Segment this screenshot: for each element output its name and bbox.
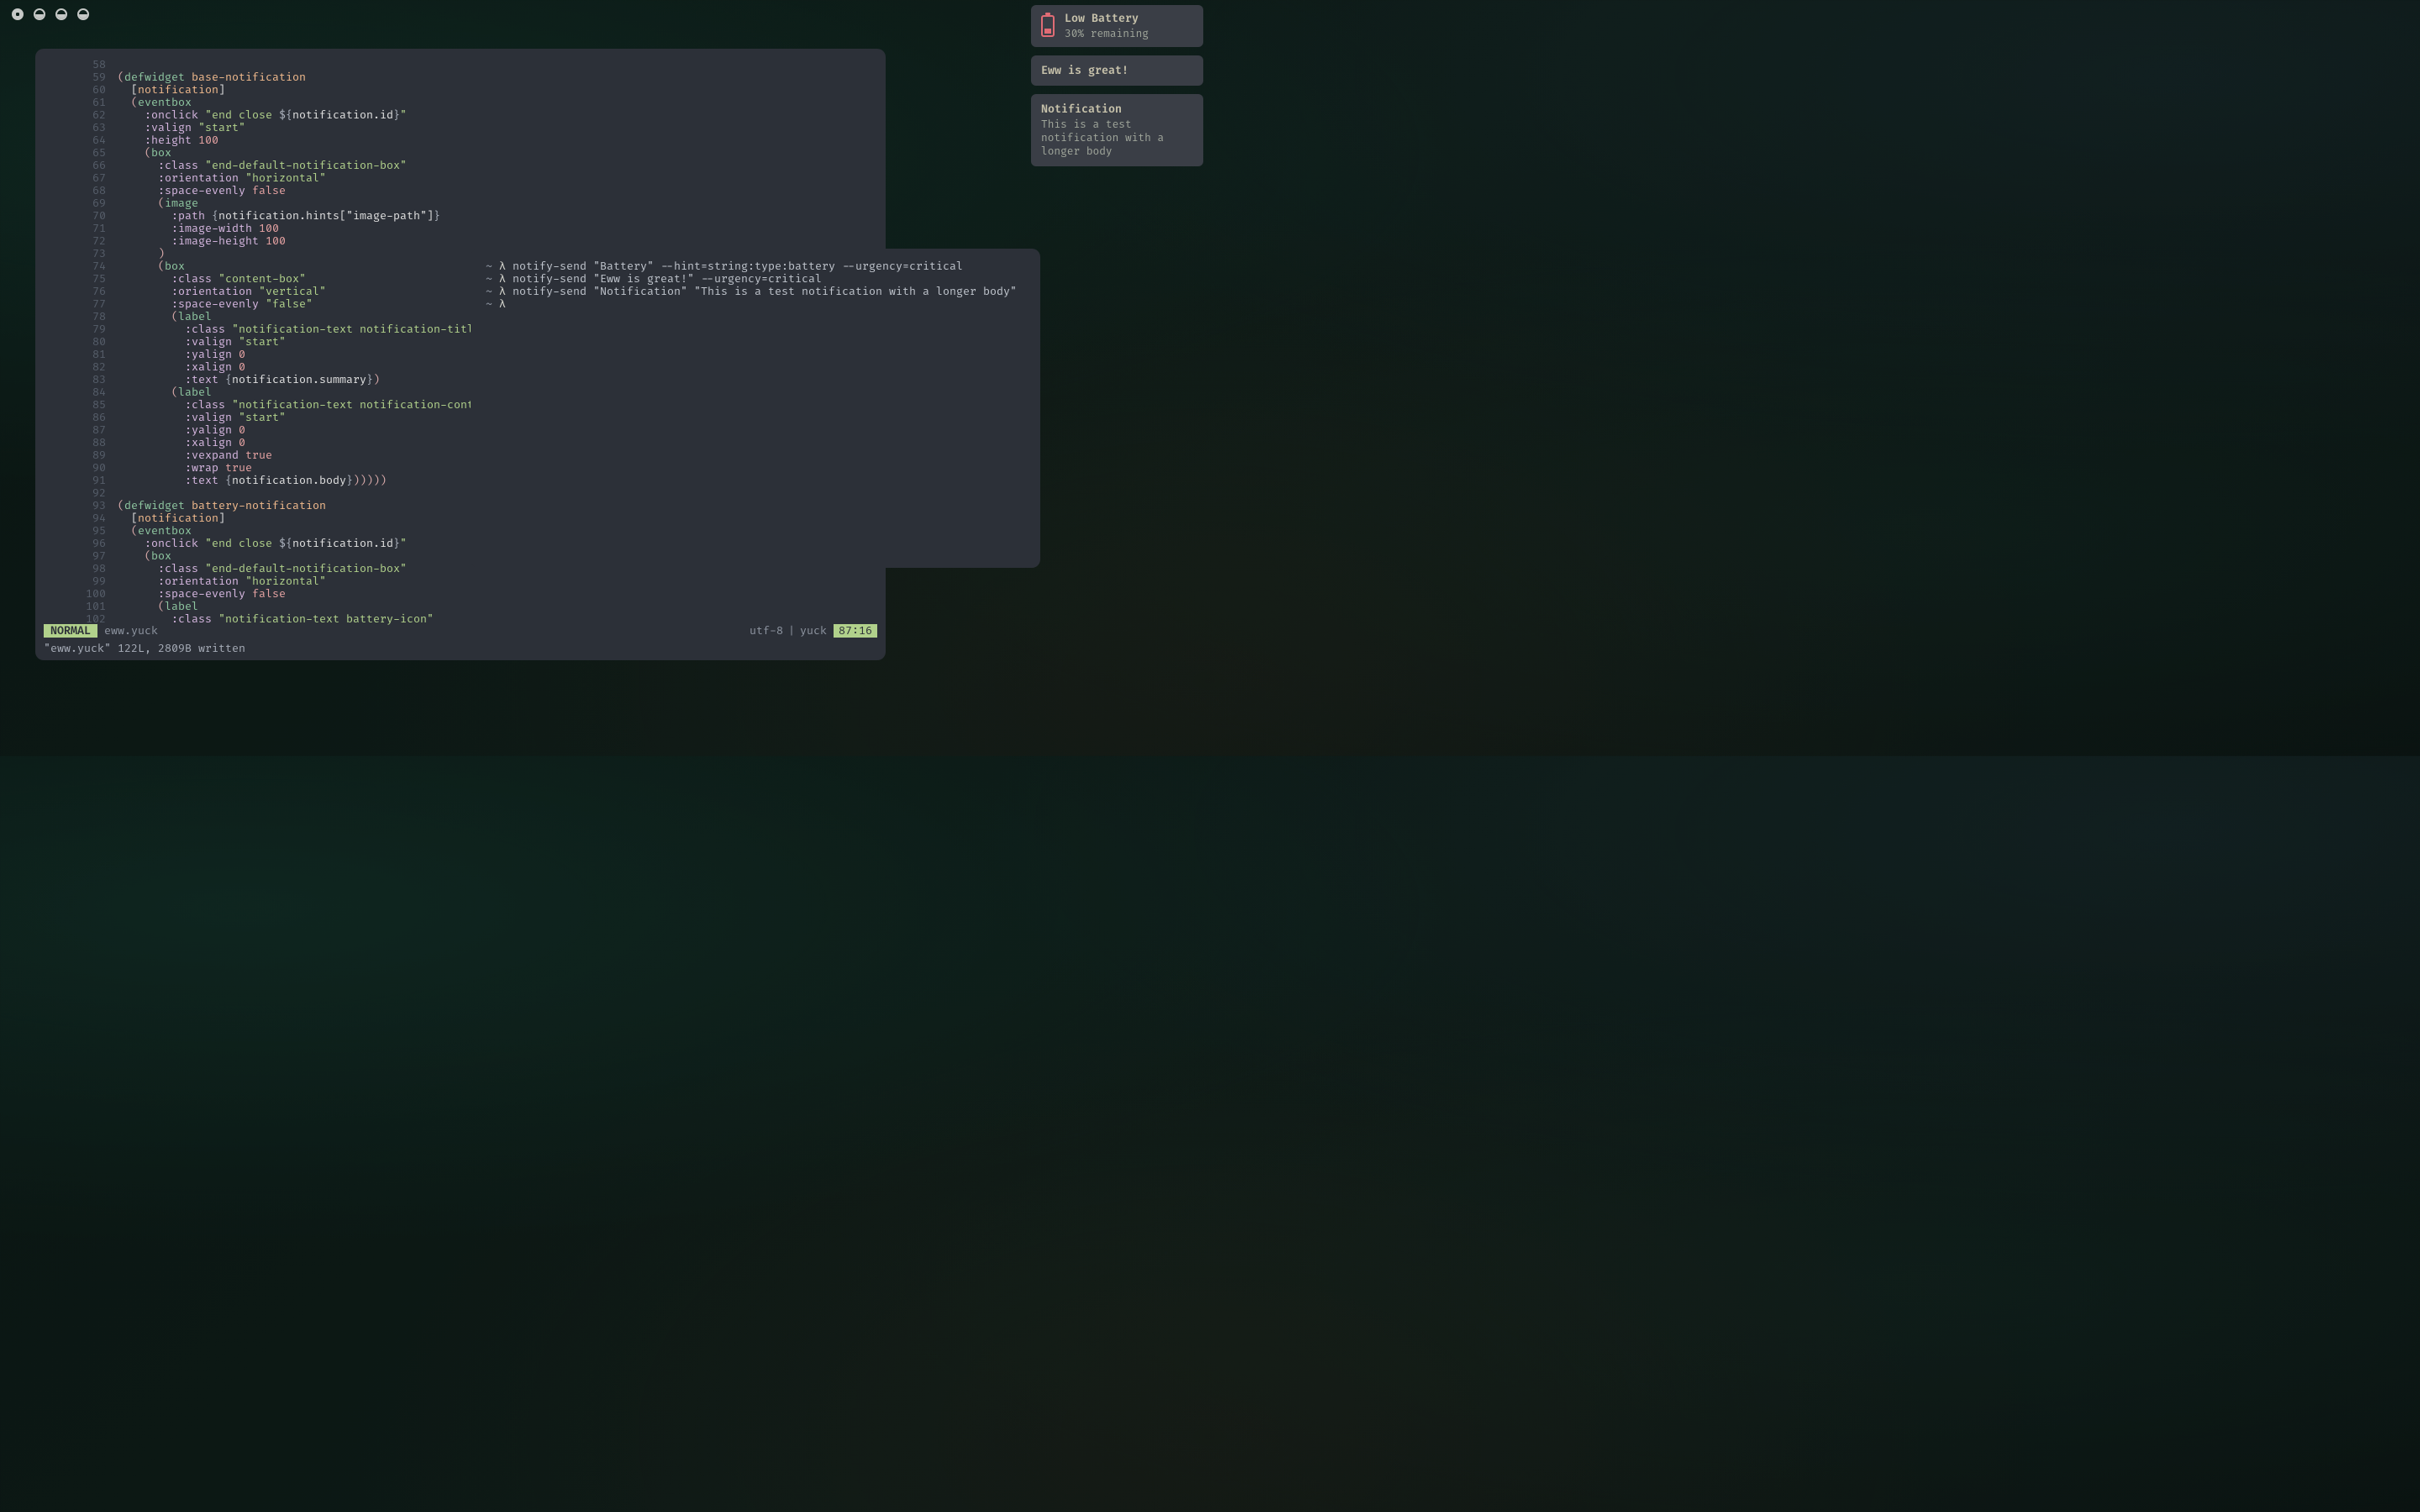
statusbar-filetype: yuck [800, 624, 827, 638]
vim-mode: NORMAL [44, 624, 97, 638]
notification-title: Low Battery [1065, 12, 1149, 25]
line-number-gutter: 5859606162636465666768697071727374757677… [35, 59, 113, 626]
notification-card[interactable]: Notification This is a test notification … [1031, 94, 1203, 166]
workspace-dot-2[interactable] [34, 8, 45, 20]
statusbar-filename: eww.yuck [104, 624, 158, 638]
notification-body: 30% remaining [1065, 27, 1149, 40]
notification-body: This is a test notification with a longe… [1041, 118, 1193, 158]
statusbar-encoding: utf-8 [750, 624, 783, 638]
notification-card[interactable]: Low Battery 30% remaining [1031, 5, 1203, 47]
notification-title: Eww is great! [1041, 64, 1193, 77]
notification-title: Notification [1041, 102, 1193, 116]
battery-icon [1041, 15, 1055, 37]
notification-card[interactable]: Eww is great! [1031, 55, 1203, 86]
workspace-dot-3[interactable] [55, 8, 67, 20]
vim-message-line: "eww.yuck" 122L, 2809B written [44, 642, 245, 655]
workspace-dot-1[interactable] [12, 8, 24, 20]
terminal-window[interactable]: ~ λ notify-send "Battery" --hint=string:… [471, 249, 1040, 568]
statusbar-position: 87:16 [834, 624, 877, 638]
workspace-indicators [12, 8, 89, 20]
workspace-dot-4[interactable] [77, 8, 89, 20]
statusbar: NORMAL eww.yuck utf-8 | yuck 87:16 [35, 623, 886, 638]
notification-stack: Low Battery 30% remaining Eww is great! No… [1031, 5, 1203, 166]
